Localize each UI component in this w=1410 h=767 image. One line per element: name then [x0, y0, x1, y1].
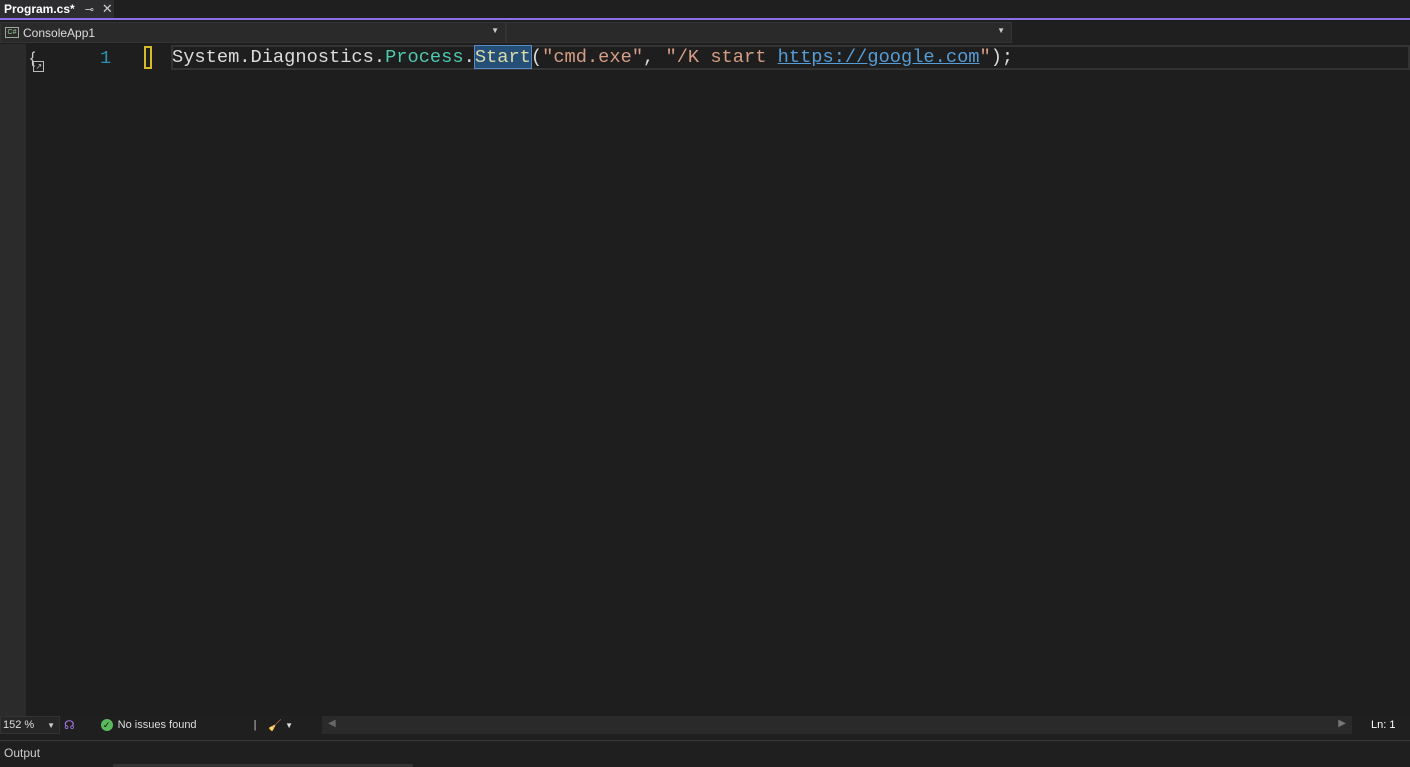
separator: |	[253, 719, 257, 731]
code-token-string: "	[979, 46, 991, 68]
output-title[interactable]: Output	[4, 746, 40, 760]
scroll-right-icon[interactable]: ▶	[1338, 718, 1346, 729]
chevron-down-icon: ▼	[491, 26, 499, 35]
chevron-down-icon[interactable]: ▼	[285, 721, 293, 730]
chevron-down-icon: ▼	[47, 720, 55, 730]
code-token-plain: ,	[643, 46, 666, 68]
code-token-plain: (	[530, 46, 543, 68]
check-circle-icon: ✓	[100, 719, 113, 731]
code-token-plain: System.Diagnostics.	[172, 46, 386, 68]
scroll-left-icon[interactable]: ◀	[328, 718, 336, 729]
output-panel: Output	[0, 740, 1410, 767]
document-tab-bar: Program.cs* ⊸ ✕	[0, 0, 1410, 20]
code-token-method: Start	[473, 45, 532, 69]
code-token-string: "cmd.exe"	[542, 46, 644, 68]
code-cleanup-icon[interactable]: 🧹	[268, 719, 282, 732]
zoom-dropdown[interactable]: 152 % ▼	[0, 716, 60, 734]
type-dropdown[interactable]: ▼	[506, 22, 1012, 43]
code-token-url[interactable]: https://google.com	[778, 46, 980, 68]
project-dropdown[interactable]: C# ConsoleApp1 ▼	[0, 22, 506, 43]
line-position: Ln: 1	[1371, 719, 1396, 731]
code-editor[interactable]: {↗ 1 System.Diagnostics.Process.Start("c…	[26, 44, 1410, 716]
close-icon[interactable]: ✕	[102, 1, 113, 17]
pin-icon[interactable]: ⊸	[85, 3, 94, 16]
code-token-string: "/K start	[665, 46, 778, 68]
project-name: ConsoleApp1	[23, 25, 96, 40]
code-token-plain: .	[463, 46, 475, 68]
csharp-project-icon: C#	[5, 27, 19, 38]
tab-title: Program.cs*	[4, 2, 75, 16]
tab-program-cs[interactable]: Program.cs* ⊸ ✕	[0, 0, 114, 20]
copilot-icon[interactable]: ☊	[64, 718, 75, 732]
code-snippet-icon: {↗	[30, 50, 45, 72]
editor-status-bar: 152 % ▼ ☊ ✓ No issues found | 🧹 ▼ ◀ ▶ Ln…	[0, 716, 1410, 734]
navigation-bar: C# ConsoleApp1 ▼ ▼	[0, 22, 1410, 44]
editor-margin	[0, 44, 26, 716]
code-token-class: Process	[385, 46, 464, 68]
horizontal-scrollbar[interactable]: ◀ ▶	[322, 716, 1352, 734]
code-token-plain: );	[990, 46, 1014, 68]
chevron-down-icon: ▼	[997, 26, 1005, 35]
code-line[interactable]: System.Diagnostics.Process.Start("cmd.ex…	[172, 45, 1013, 69]
zoom-level: 152 %	[3, 719, 35, 731]
line-number: 1	[100, 47, 112, 69]
change-marker	[144, 46, 152, 69]
issues-status[interactable]: No issues found	[118, 719, 197, 731]
